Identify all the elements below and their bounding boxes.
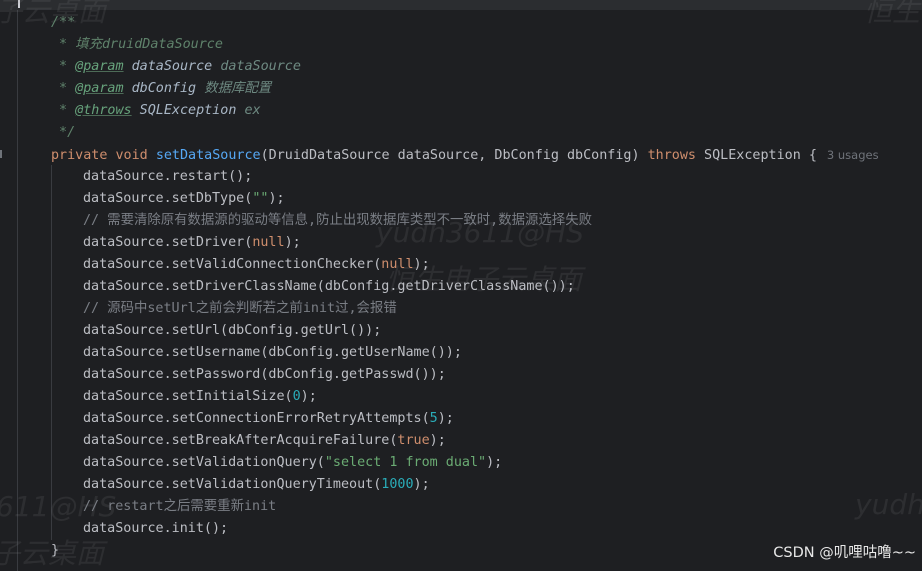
doc-comment: * 填充druidDataSource [51, 37, 223, 52]
doc-comment: */ [51, 125, 76, 140]
keyword: private [51, 148, 116, 163]
code-line[interactable]: dataSource.setValidationQueryTimeout(100… [83, 474, 430, 496]
doc-param-desc: 数据库配置 [204, 81, 272, 96]
editor-gutter[interactable] [0, 10, 36, 571]
code-line[interactable]: dataSource.setValidationQuery("select 1 … [83, 452, 502, 474]
indent-guide-method [51, 165, 52, 540]
code-line[interactable]: dataSource.setConnectionErrorRetryAttemp… [83, 408, 454, 430]
keyword: true [397, 433, 430, 448]
statement: dataSource.setDbType( [83, 191, 253, 206]
number-literal: 0 [292, 389, 301, 404]
statement: dataSource.setUsername(dbConfig.getUserN… [83, 345, 462, 360]
statement: dataSource.setConnectionErrorRetryAttemp… [83, 411, 430, 426]
statement: ); [413, 257, 430, 272]
code-line[interactable]: // 源码中setUrl之前会判断若之前init过,会报错 [83, 298, 397, 320]
doc-param-name: dataSource [123, 59, 221, 74]
doc-comment: * [51, 103, 76, 118]
code-line[interactable]: dataSource.restart(); [83, 166, 252, 188]
code-line[interactable]: // 需要清除原有数据源的驱动等信息,防止出现数据库类型不一致时,数据源选择失败 [83, 210, 592, 232]
code-line[interactable]: */ [51, 122, 75, 144]
keyword: null [252, 235, 285, 250]
doc-param-ref: ex [244, 103, 261, 118]
statement: dataSource.setDriver( [83, 235, 253, 250]
code-line[interactable]: dataSource.setDriver(null); [83, 232, 301, 254]
indent-guide [17, 10, 18, 571]
statement: dataSource.setDriverClassName(dbConfig.g… [83, 279, 575, 294]
statement: ); [300, 389, 317, 404]
string-literal: "select 1 from dual" [324, 455, 487, 470]
code-line[interactable]: } [51, 540, 59, 562]
doc-tag: @param [75, 81, 124, 96]
closing-brace: } [51, 543, 60, 558]
statement: dataSource.restart(); [83, 169, 253, 184]
doc-comment: * [51, 81, 76, 96]
text-caret [18, 0, 20, 8]
statement: dataSource.setInitialSize( [83, 389, 293, 404]
code-line[interactable]: dataSource.setValidConnectionChecker(nul… [83, 254, 430, 276]
statement: ); [437, 411, 454, 426]
line-comment: // 需要清除原有数据源的驱动等信息,防止出现数据库类型不一致时,数据源选择失败 [83, 213, 592, 228]
method-signature-rest: SQLException { [695, 148, 817, 163]
statement: dataSource.setValidConnectionChecker( [83, 257, 382, 272]
string-literal: "" [252, 191, 269, 206]
statement: ); [284, 235, 301, 250]
code-line[interactable]: * @param dataSource dataSource [51, 56, 301, 78]
watermark: yudh [855, 488, 922, 521]
fold-marker-icon[interactable] [0, 150, 2, 158]
line-comment: // 源码中setUrl之前会判断若之前init过,会报错 [83, 301, 397, 316]
method-name: setDataSource [155, 148, 261, 163]
number-literal: 5 [429, 411, 438, 426]
code-editor[interactable]: 子云桌面 恒生 yudh3611@HS 恒生电子云桌面 611@HS 子云桌面 … [0, 0, 922, 571]
csdn-credit: CSDN @叽哩咕噜~~ [773, 545, 916, 561]
code-line[interactable]: dataSource.setDriverClassName(dbConfig.g… [83, 276, 575, 298]
doc-param-name: dbConfig [123, 81, 205, 96]
code-line[interactable]: * @param dbConfig 数据库配置 [51, 78, 271, 100]
statement: ); [429, 433, 446, 448]
code-line[interactable]: /** [51, 12, 75, 34]
code-line[interactable]: dataSource.setPassword(dbConfig.getPassw… [83, 364, 446, 386]
code-line[interactable]: dataSource.setInitialSize(0); [83, 386, 317, 408]
keyword: throws [647, 148, 696, 163]
keyword: null [381, 257, 414, 272]
code-line[interactable]: dataSource.setBreakAfterAcquireFailure(t… [83, 430, 446, 452]
statement: ); [413, 477, 430, 492]
doc-tag: @throws [75, 103, 132, 118]
line-comment: // restart之后需要重新init [83, 499, 277, 514]
method-signature[interactable]: private void setDataSource(DruidDataSour… [51, 144, 879, 166]
doc-param-ref: dataSource [220, 59, 301, 74]
code-line[interactable]: // restart之后需要重新init [83, 496, 276, 518]
statement: dataSource.setBreakAfterAcquireFailure( [83, 433, 398, 448]
usages-hint[interactable]: 3 usages [827, 148, 879, 162]
number-literal: 1000 [381, 477, 414, 492]
statement: dataSource.setPassword(dbConfig.getPassw… [83, 367, 446, 382]
code-line[interactable]: dataSource.setDbType(""); [83, 188, 285, 210]
statement: ); [268, 191, 285, 206]
statement: dataSource.init(); [83, 521, 229, 536]
code-line[interactable]: dataSource.setUsername(dbConfig.getUserN… [83, 342, 462, 364]
statement: dataSource.setValidationQuery( [83, 455, 325, 470]
code-line[interactable]: dataSource.setUrl(dbConfig.getUrl()); [83, 320, 381, 342]
doc-tag: @param [75, 59, 124, 74]
doc-comment: /** [51, 15, 76, 30]
code-line[interactable]: dataSource.init(); [83, 518, 228, 540]
statement: dataSource.setUrl(dbConfig.getUrl()); [83, 323, 382, 338]
keyword: void [115, 148, 156, 163]
editor-top-bar [0, 0, 922, 10]
statement: dataSource.setValidationQueryTimeout( [83, 477, 382, 492]
code-line[interactable]: * @throws SQLException ex [51, 100, 261, 122]
code-line[interactable]: * 填充druidDataSource [51, 34, 223, 56]
doc-comment: * [51, 59, 76, 74]
doc-param-name: SQLException [131, 103, 245, 118]
statement: ); [486, 455, 503, 470]
method-params: (DruidDataSource dataSource, DbConfig db… [260, 148, 648, 163]
